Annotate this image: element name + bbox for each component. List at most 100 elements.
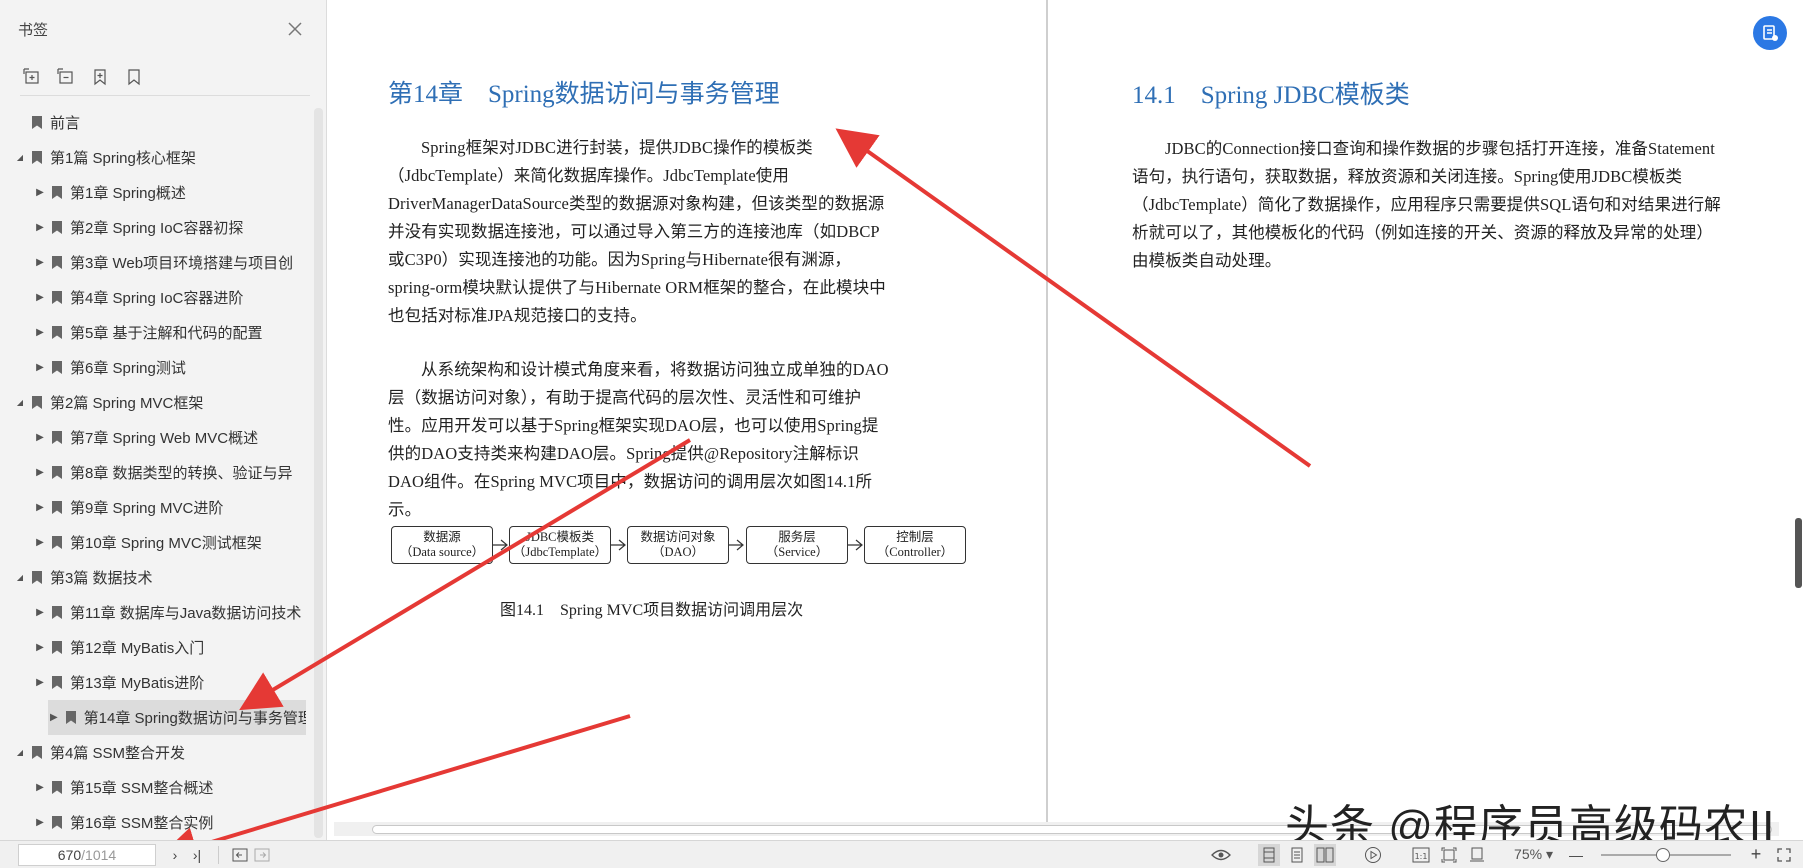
caret-right-icon[interactable]: ▶ — [34, 677, 46, 689]
caret-right-icon[interactable]: ▶ — [34, 187, 46, 199]
bookmark-chapter[interactable]: ▶ 第2章 Spring IoC容器初探 — [0, 210, 312, 245]
fit-page-icon[interactable] — [1438, 844, 1460, 866]
bookmark-icon — [52, 781, 62, 794]
zoom-level[interactable]: 75% ▾ — [1514, 846, 1553, 863]
caret-down-icon[interactable]: ◢ — [14, 572, 26, 584]
bookmark-icon — [32, 151, 42, 164]
bookmark-label: 第3章 Web项目环境搭建与项目创 — [70, 255, 294, 272]
caret-down-icon[interactable]: ◢ — [14, 152, 26, 164]
left-paragraph-2: 从系统架构和设计模式角度来看，将数据访问独立成单独的DAO层（数据访问对象），有… — [388, 356, 894, 524]
bookmark-label: 第7章 Spring Web MVC概述 — [70, 430, 259, 447]
bookmark-icon[interactable] — [124, 67, 144, 87]
caret-right-icon[interactable]: ▶ — [34, 607, 46, 619]
single-page-icon[interactable] — [1258, 843, 1281, 866]
document-icon — [1763, 25, 1778, 41]
bookmark-icon — [32, 746, 42, 759]
flow-diagram: 数据源 （Data source） JDBC模板类 （JdbcTemplate） 数据访… — [391, 526, 969, 564]
fit-width-icon[interactable] — [1466, 844, 1488, 866]
two-page-icon[interactable] — [1314, 843, 1337, 866]
expand-all-icon[interactable] — [22, 67, 42, 87]
flow-box: 数据源 （Data source） — [391, 526, 493, 564]
caret-right-icon[interactable]: ▶ — [34, 362, 46, 374]
chapter-title: 第14章 Spring数据访问与事务管理 — [388, 81, 780, 108]
assistant-float-button[interactable] — [1753, 16, 1787, 50]
bookmark-chapter[interactable]: ▶ 第9章 Spring MVC进阶 — [0, 490, 312, 525]
flow-box-subtitle: （DAO） — [651, 545, 705, 559]
fullscreen-icon[interactable] — [1773, 844, 1795, 866]
caret-right-icon[interactable]: ▶ — [48, 712, 60, 724]
bookmark-label: 第1篇 Spring核心框架 — [50, 150, 196, 167]
caret-right-icon[interactable]: ▶ — [34, 502, 46, 514]
bookmark-part[interactable]: ◢ 第1篇 Spring核心框架 — [0, 140, 312, 175]
bookmark-chapter[interactable]: ▶ 第16章 SSM整合实例 — [0, 805, 312, 840]
caret-right-icon[interactable]: ▶ — [34, 642, 46, 654]
close-icon[interactable] — [286, 20, 304, 38]
zoom-slider[interactable] — [1601, 847, 1731, 862]
bookmark-part[interactable]: ◢ 第3篇 数据技术 — [0, 560, 312, 595]
bookmark-part[interactable]: ▶前言 — [0, 105, 312, 140]
page-number-input[interactable]: 670/1014 — [18, 843, 156, 866]
flow-box-title: 数据访问对象 — [640, 530, 716, 544]
bookmark-chapter[interactable]: ▶ 第7章 Spring Web MVC概述 — [0, 420, 312, 455]
continuous-page-icon[interactable] — [1286, 844, 1308, 866]
bookmark-chapter[interactable]: ▶ 第3章 Web项目环境搭建与项目创 — [0, 245, 312, 280]
bookmark-icon — [52, 501, 62, 514]
bookmark-chapter[interactable]: ▶ 第8章 数据类型的转换、验证与异 — [0, 455, 312, 490]
flow-box-subtitle: （JdbcTemplate） — [512, 545, 608, 559]
last-page-button[interactable]: ›| — [186, 844, 208, 866]
caret-down-icon[interactable]: ◢ — [14, 747, 26, 759]
play-icon[interactable] — [1362, 844, 1384, 866]
bookmark-chapter[interactable]: ▶ 第6章 Spring测试 — [0, 350, 312, 385]
current-page: 670 — [57, 846, 82, 863]
bookmark-label: 第3篇 数据技术 — [50, 570, 153, 587]
bookmark-label: 第2章 Spring IoC容器初探 — [70, 220, 244, 237]
bookmark-chapter[interactable]: ▶ 第15章 SSM整合概述 — [0, 770, 312, 805]
caret-right-icon[interactable]: ▶ — [34, 467, 46, 479]
eye-icon[interactable] — [1210, 844, 1232, 866]
bookmark-part[interactable]: ◢ 第2篇 Spring MVC框架 — [0, 385, 312, 420]
collapse-all-icon[interactable] — [56, 67, 76, 87]
bookmark-icon — [65, 711, 76, 724]
next-page-button[interactable]: › — [164, 844, 186, 866]
figure-caption: 图14.1 Spring MVC项目数据访问调用层次 — [500, 602, 804, 619]
bookmark-chapter[interactable]: ▶ 第4章 Spring IoC容器进阶 — [0, 280, 312, 315]
zoom-slider-knob[interactable] — [1656, 847, 1670, 862]
bookmark-chapter[interactable]: ▶ 第1章 Spring概述 — [0, 175, 312, 210]
back-icon[interactable] — [229, 844, 251, 866]
bookmark-chapter[interactable]: ▶ 第14章 Spring数据访问与事务管理 — [48, 700, 306, 735]
bookmark-panel: 书签 ▶前言◢第1篇 Spring核心框架▶第1章 Spring概述▶第2章 S… — [0, 0, 327, 840]
zoom-in-button[interactable]: + — [1745, 844, 1767, 866]
document-view[interactable]: 第14章 Spring数据访问与事务管理 Spring框架对JDBC进行封装，提… — [328, 0, 1803, 823]
bookmark-label: 第12章 MyBatis入门 — [70, 640, 205, 657]
zoom-out-button[interactable]: — — [1565, 844, 1587, 866]
flow-arrow — [610, 539, 626, 551]
flow-arrow — [728, 539, 744, 551]
bookmark-icon — [32, 571, 42, 584]
page-divider — [1046, 0, 1048, 823]
caret-right-icon[interactable]: ▶ — [34, 292, 46, 304]
caret-right-icon[interactable]: ▶ — [34, 432, 46, 444]
caret-down-icon[interactable]: ◢ — [14, 397, 26, 409]
sidebar-scrollbar[interactable] — [314, 108, 323, 838]
bookmark-chapter[interactable]: ▶ 第10章 Spring MVC测试框架 — [0, 525, 312, 560]
caret-right-icon[interactable]: ▶ — [34, 222, 46, 234]
bookmark-part[interactable]: ◢ 第4篇 SSM整合开发 — [0, 735, 312, 770]
bookmark-chapter[interactable]: ▶ 第5章 基于注解和代码的配置 — [0, 315, 312, 350]
caret-right-icon[interactable]: ▶ — [34, 537, 46, 549]
caret-right-icon[interactable]: ▶ — [34, 817, 46, 829]
add-bookmark-icon[interactable] — [90, 67, 110, 87]
forward-icon[interactable] — [251, 844, 273, 866]
zoom-value: 75% — [1514, 846, 1543, 862]
vertical-scrollbar[interactable] — [1795, 0, 1803, 823]
actual-size-icon[interactable]: 1:1 — [1410, 844, 1432, 866]
bookmark-label: 第5章 基于注解和代码的配置 — [70, 325, 263, 342]
bookmark-chapter[interactable]: ▶ 第13章 MyBatis进阶 — [0, 665, 312, 700]
bookmark-chapter[interactable]: ▶ 第11章 数据库与Java数据访问技术 — [0, 595, 312, 630]
caret-right-icon[interactable]: ▶ — [34, 257, 46, 269]
caret-right-icon[interactable]: ▶ — [34, 782, 46, 794]
flow-arrow — [847, 539, 863, 551]
bookmark-chapter[interactable]: ▶ 第12章 MyBatis入门 — [0, 630, 312, 665]
vertical-scrollbar-thumb[interactable] — [1795, 518, 1802, 588]
bookmark-icon — [52, 186, 62, 199]
caret-right-icon[interactable]: ▶ — [34, 327, 46, 339]
